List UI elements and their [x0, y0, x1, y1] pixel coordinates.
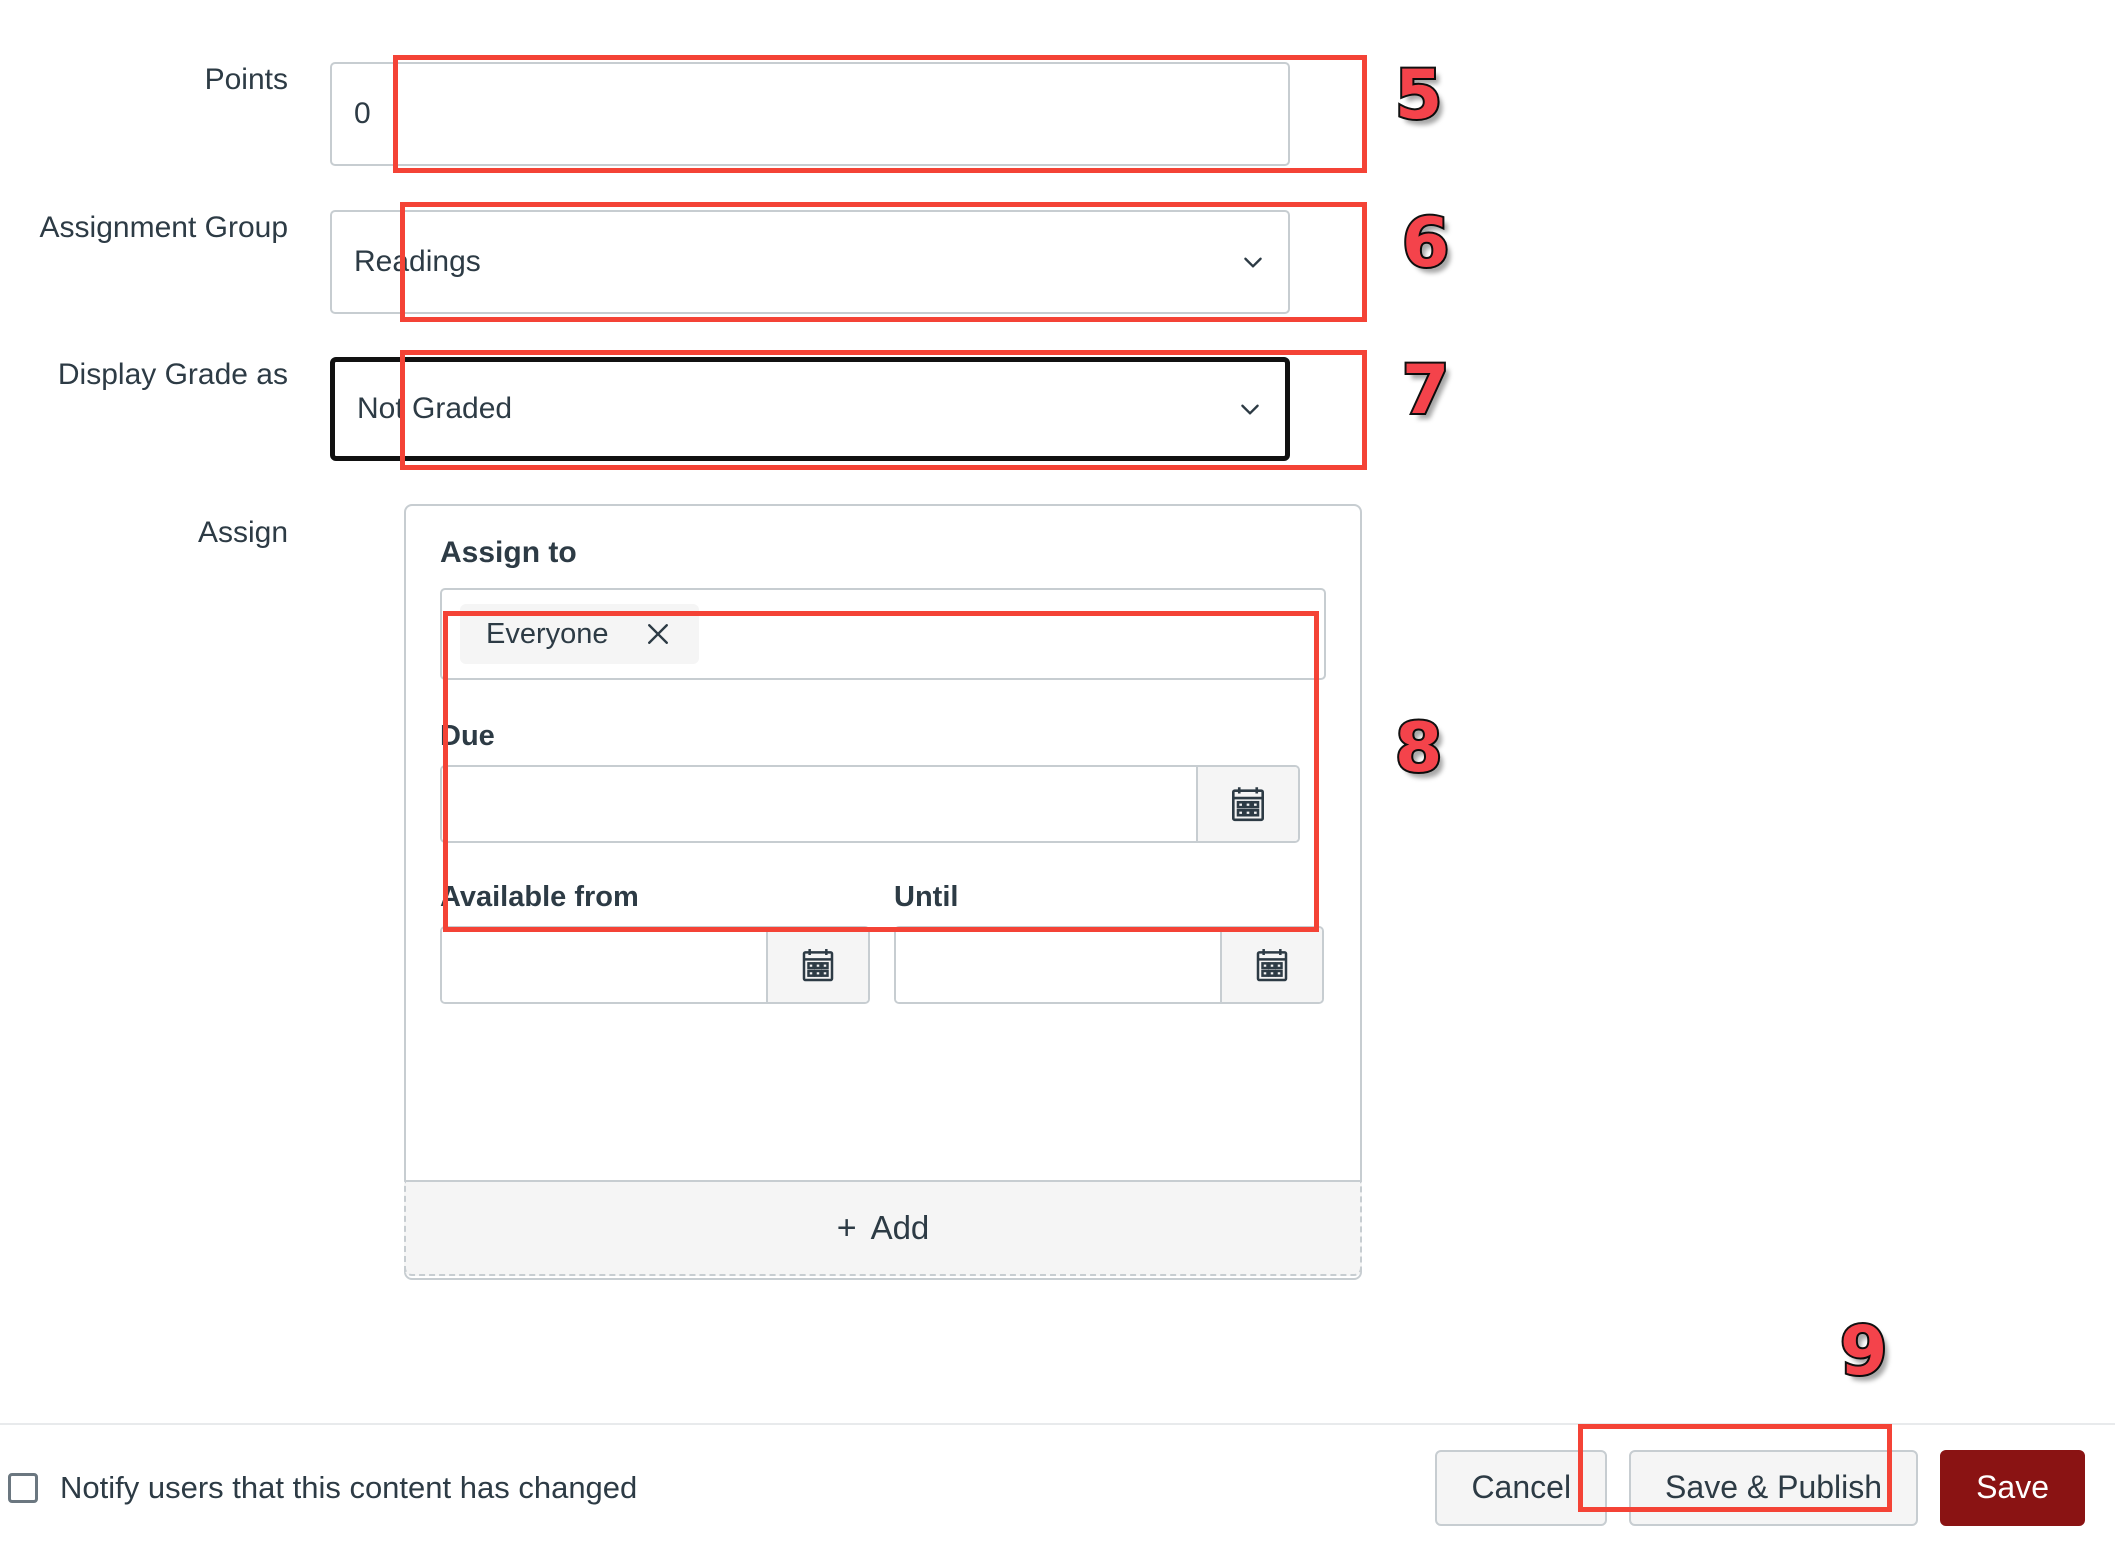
calendar-icon [1256, 949, 1288, 982]
until-group: Until [894, 881, 1324, 1004]
assign-card: Assign to Everyone Due Available from Un… [404, 504, 1362, 1280]
annotation-number-6: 6 [1400, 204, 1451, 283]
display-grade-as-label: Display Grade as [57, 358, 288, 391]
calendar-icon [802, 949, 834, 982]
assign-to-token-everyone[interactable]: Everyone [460, 604, 699, 664]
display-grade-as-value: Not Graded [357, 392, 513, 425]
display-grade-as-select[interactable]: Not Graded [330, 357, 1290, 461]
form-row-assignment-group: Assignment Group Readings [0, 210, 1400, 314]
points-input[interactable]: 0 [330, 62, 1290, 166]
due-date-field[interactable] [440, 765, 1300, 843]
annotation-number-7: 7 [1400, 351, 1451, 430]
assign-to-token-label: Everyone [486, 617, 609, 650]
assign-label: Assign [197, 516, 288, 549]
footer-bar: Notify users that this content has chang… [0, 1423, 2115, 1550]
until-label: Until [894, 881, 959, 913]
due-label: Due [440, 720, 495, 752]
plus-icon: + [836, 1208, 857, 1247]
until-calendar-button[interactable] [1220, 928, 1322, 1002]
assign-to-token-field[interactable]: Everyone [440, 588, 1326, 680]
annotation-number-5: 5 [1393, 56, 1444, 135]
available-from-calendar-button[interactable] [766, 928, 868, 1002]
form-row-display-grade-as: Display Grade as Not Graded [0, 357, 1400, 461]
notify-users-label: Notify users that this content has chang… [60, 1469, 638, 1505]
points-label: Points [204, 63, 288, 96]
notify-users-row[interactable]: Notify users that this content has chang… [0, 1470, 637, 1506]
available-from-label: Available from [440, 881, 639, 913]
annotation-number-8: 8 [1393, 709, 1444, 788]
close-icon[interactable] [643, 619, 673, 649]
save-button[interactable]: Save [1940, 1449, 2085, 1526]
footer-button-group: Cancel Save & Publish Save [1435, 1449, 2085, 1526]
chevron-down-icon [1244, 257, 1262, 268]
due-calendar-button[interactable] [1196, 767, 1298, 841]
availability-row: Available from Until [440, 881, 1326, 1004]
add-assignee-button[interactable]: + Add [404, 1180, 1362, 1276]
form-row-points: Points 0 [0, 62, 1400, 166]
chevron-down-icon [1241, 404, 1259, 415]
until-date-field[interactable] [894, 926, 1324, 1004]
assignment-group-value: Readings [354, 245, 481, 278]
notify-users-checkbox[interactable] [8, 1472, 38, 1503]
available-from-date-field[interactable] [440, 926, 870, 1004]
annotation-number-9: 9 [1838, 1312, 1889, 1391]
available-from-input[interactable] [442, 928, 766, 1002]
cancel-button[interactable]: Cancel [1435, 1449, 1608, 1526]
assignment-group-select[interactable]: Readings [330, 210, 1290, 314]
assignment-group-label: Assignment Group [39, 211, 288, 244]
until-input[interactable] [896, 928, 1220, 1002]
save-and-publish-button[interactable]: Save & Publish [1629, 1449, 1919, 1526]
add-label: Add [870, 1209, 930, 1246]
assign-to-heading: Assign to [440, 536, 577, 569]
due-date-input[interactable] [442, 767, 1196, 841]
available-from-group: Available from [440, 881, 870, 1004]
calendar-icon [1231, 787, 1265, 822]
